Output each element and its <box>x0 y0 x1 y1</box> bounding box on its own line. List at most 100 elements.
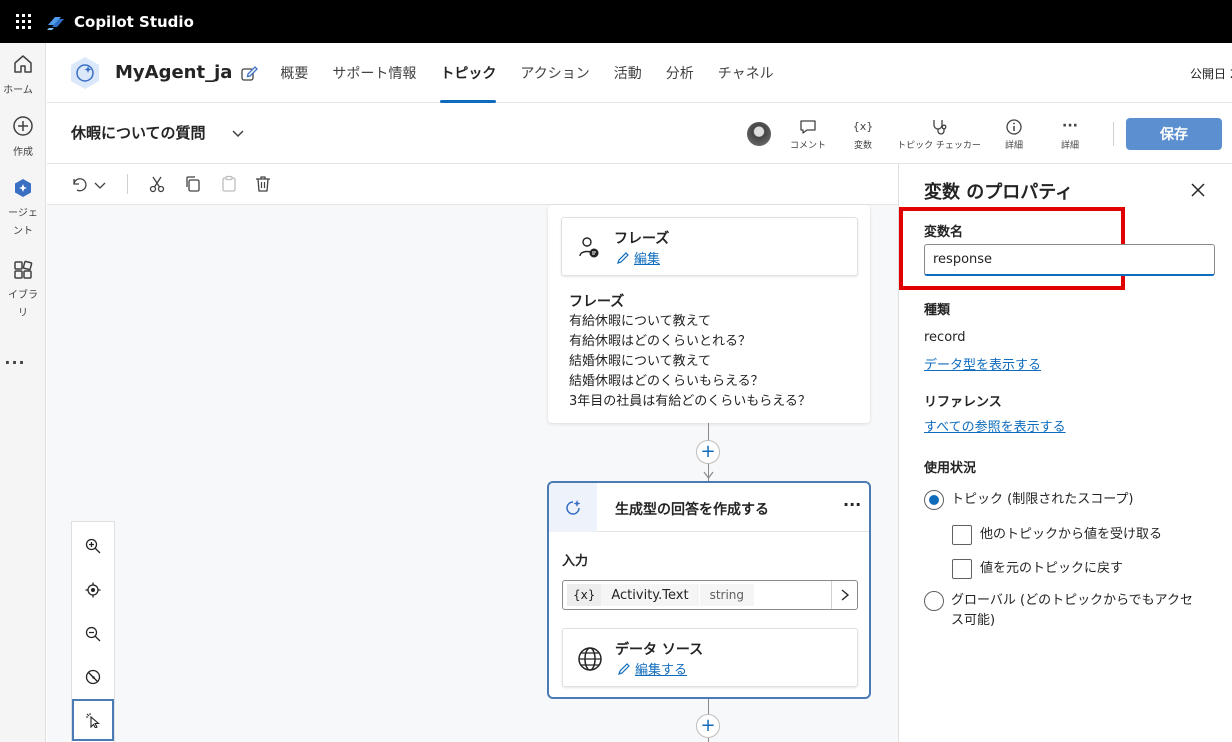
toolbar-divider <box>127 174 128 194</box>
locate-icon <box>85 582 101 598</box>
rail-item-agents[interactable]: ージェ ント <box>0 177 46 241</box>
app-title: Copilot Studio <box>74 12 194 31</box>
close-icon[interactable] <box>1190 182 1206 198</box>
edit-phrases-label: 編集 <box>634 252 661 267</box>
usage-global-radio[interactable] <box>924 591 944 611</box>
comment-label: コメント <box>789 141 826 151</box>
usage-topic-radio[interactable] <box>924 490 944 510</box>
recenter-button[interactable] <box>72 569 114 611</box>
zoom-out-icon <box>85 626 101 642</box>
chevron-right-icon <box>841 589 849 601</box>
usage-label: 使用状況 <box>924 461 977 476</box>
return-to-original-topic-label: 値を元のトピックに戻す <box>980 561 1124 576</box>
reference-label: リファレンス <box>924 395 1002 410</box>
usage-global-line2: ス可能) <box>951 613 996 628</box>
show-data-type-link[interactable]: データ型を表示する <box>924 354 1041 373</box>
receive-from-other-topics-checkbox[interactable] <box>952 525 972 545</box>
app-launcher-button[interactable] <box>0 0 46 43</box>
topic-checker-button[interactable]: トピック チェッカー <box>889 118 989 151</box>
comment-icon <box>800 120 816 134</box>
zoom-out-button[interactable] <box>72 613 114 655</box>
tab-knowledge[interactable]: サポート情報 <box>320 43 428 103</box>
more-horizontal-icon: ··· <box>1062 118 1078 134</box>
list-item: 結婚休暇について教えて <box>569 354 711 369</box>
open-variable-button[interactable] <box>831 581 857 609</box>
tab-topics[interactable]: トピック <box>428 43 508 103</box>
stethoscope-icon <box>933 120 947 135</box>
chevron-down-icon[interactable] <box>231 126 245 140</box>
trigger-node[interactable]: フレーズ 編集 フレーズ 有給休暇について教えて 有給休暇はどのくらいとれる？ … <box>548 205 870 423</box>
rail-item-library[interactable]: イブラ リ <box>0 259 46 323</box>
zoom-controls <box>71 521 115 742</box>
list-item: 3年目の社員は有給どのくらいもらえる？ <box>569 394 811 409</box>
edit-phrases-link[interactable]: 編集 <box>616 248 660 267</box>
top-bar: Copilot Studio <box>0 0 1232 43</box>
info-icon <box>1006 119 1022 135</box>
topic-header: 休暇についての質問 コメント {x} 変数 トピック チェッカー 詳細 ··· … <box>47 104 1232 164</box>
add-circle-icon <box>13 116 33 136</box>
avatar[interactable] <box>747 122 771 146</box>
rail-label-home: ホーム <box>3 85 33 96</box>
rail-label-library-1: イブラ <box>8 290 38 301</box>
rail-label-agents-1: ージェ <box>8 208 38 219</box>
tab-actions[interactable]: アクション <box>508 43 601 103</box>
agent-nav-tabs: 概要 サポート情報 トピック アクション 活動 分析 チャネル <box>268 43 785 103</box>
arrow-down-icon <box>703 471 714 479</box>
zoom-in-icon <box>85 538 101 554</box>
minimap-toggle-button[interactable] <box>72 656 114 698</box>
waffle-icon <box>15 14 31 29</box>
tab-channels[interactable]: チャネル <box>706 43 786 103</box>
person-chat-icon <box>579 237 599 258</box>
variable-name-input[interactable] <box>924 244 1215 276</box>
type-label: 種類 <box>924 303 951 318</box>
variables-label: 変数 <box>853 141 872 151</box>
undo-icon[interactable] <box>69 175 87 193</box>
show-all-references-link[interactable]: すべての参照を表示する <box>924 416 1066 435</box>
node-more-button[interactable]: ··· <box>843 495 861 514</box>
cut-icon[interactable] <box>148 175 166 193</box>
return-to-original-topic-checkbox[interactable] <box>952 559 972 579</box>
tab-overview[interactable]: 概要 <box>268 43 320 103</box>
input-variable-field[interactable]: {x} Activity.Text string <box>562 580 858 610</box>
agent-icon <box>15 179 31 197</box>
phrase-card[interactable]: フレーズ 編集 <box>561 217 858 276</box>
datasource-card[interactable]: データ ソース 編集する <box>562 628 858 687</box>
details-button[interactable]: 詳細 <box>999 118 1029 151</box>
toolbar-divider <box>1113 122 1114 146</box>
phrase-card-title: フレーズ <box>614 231 670 247</box>
copy-icon[interactable] <box>184 175 202 193</box>
variable-properties-panel: 変数 のプロパティ 変数名 種類 record データ型を表示する リファレンス… <box>898 164 1232 742</box>
select-mode-button[interactable] <box>72 699 114 741</box>
rail-item-create[interactable]: 作成 <box>0 115 46 163</box>
rail-item-home[interactable]: ホーム <box>0 53 46 101</box>
undo-dropdown-chevron-icon[interactable] <box>93 178 107 192</box>
node-icon-box <box>549 483 597 532</box>
list-item: 有給休暇はどのくらいとれる？ <box>569 334 752 349</box>
more-button[interactable]: ··· 詳細 <box>1055 118 1085 151</box>
zoom-in-button[interactable] <box>72 525 114 567</box>
phrase-section-title: フレーズ <box>569 294 625 310</box>
paste-icon[interactable] <box>220 175 238 193</box>
add-node-button[interactable]: + <box>696 714 720 738</box>
delete-icon[interactable] <box>254 175 272 193</box>
rail-more-button[interactable]: ... <box>0 349 46 368</box>
tab-analytics[interactable]: 分析 <box>654 43 706 103</box>
tab-activity[interactable]: 活動 <box>602 43 654 103</box>
edit-datasource-label: 編集する <box>635 663 688 678</box>
list-item: 結婚休暇はどのくらいもらえる？ <box>569 374 764 389</box>
comment-button[interactable]: コメント <box>787 118 829 151</box>
add-node-button[interactable]: + <box>696 440 720 464</box>
edit-datasource-link[interactable]: 編集する <box>617 659 687 678</box>
usage-global-line1: グローバル (どのトピックからでもアクセ <box>951 593 1194 608</box>
topic-title[interactable]: 休暇についての質問 <box>71 122 206 143</box>
brand: Copilot Studio <box>46 13 194 31</box>
input-label: 入力 <box>562 554 589 569</box>
phrase-list: フレーズ 有給休暇について教えて 有給休暇はどのくらいとれる？ 結婚休暇について… <box>569 292 811 412</box>
edit-agent-icon[interactable] <box>240 64 259 82</box>
save-button[interactable]: 保存 <box>1126 118 1222 150</box>
topic-canvas[interactable]: フレーズ 編集 フレーズ 有給休暇について教えて 有給休暇はどのくらいとれる？ … <box>47 164 898 742</box>
generative-answers-node[interactable]: 生成型の回答を作成する ··· 入力 {x} Activity.Text str… <box>547 481 871 699</box>
type-value: record <box>924 330 966 345</box>
variables-button[interactable]: {x} 変数 <box>847 118 879 151</box>
generative-sparkle-icon <box>566 499 581 515</box>
